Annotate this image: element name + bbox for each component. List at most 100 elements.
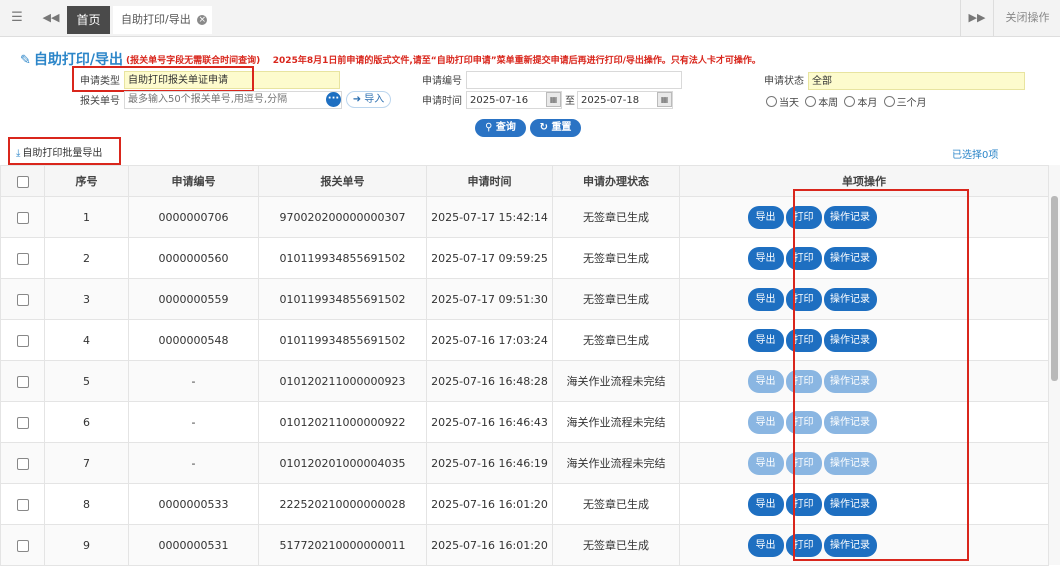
row-time: 2025-07-16 16:48:28 bbox=[426, 360, 553, 402]
calendar-icon[interactable]: ▦ bbox=[546, 92, 561, 107]
row-checkbox[interactable] bbox=[16, 539, 29, 552]
hamburger-icon[interactable]: ☰ bbox=[0, 0, 34, 36]
row-select-cell[interactable] bbox=[0, 524, 45, 566]
export-button[interactable]: 导出 bbox=[747, 246, 784, 270]
import-icon: ➜ bbox=[352, 94, 362, 105]
row-checkbox[interactable] bbox=[16, 252, 29, 265]
radio-label: 三个月 bbox=[896, 98, 927, 109]
row-select-cell[interactable] bbox=[0, 196, 45, 238]
edit-icon: ✎ bbox=[20, 53, 31, 68]
row-checkbox[interactable] bbox=[16, 375, 29, 388]
reset-icon: ↻ bbox=[539, 122, 548, 133]
row-status: 无签章已生成 bbox=[552, 483, 680, 525]
highlight-box-apply-type bbox=[72, 66, 254, 92]
row-no: 8 bbox=[44, 483, 129, 525]
query-label: 查询 bbox=[495, 122, 516, 133]
row-status: 无签章已生成 bbox=[552, 196, 680, 238]
select-all-checkbox[interactable] bbox=[16, 175, 29, 188]
tab-self-print[interactable]: 自助打印/导出 × bbox=[113, 6, 212, 34]
radio-label: 本月 bbox=[857, 98, 878, 109]
tab-home[interactable]: 首页 bbox=[67, 6, 110, 34]
row-select-cell[interactable] bbox=[0, 483, 45, 525]
status-select[interactable]: 全部 bbox=[808, 72, 1025, 90]
row-checkbox[interactable] bbox=[16, 457, 29, 470]
row-status: 无签章已生成 bbox=[552, 524, 680, 566]
row-decl-no: 970020200000000307 bbox=[258, 196, 427, 238]
export-button[interactable]: 导出 bbox=[747, 451, 784, 475]
row-select-cell[interactable] bbox=[0, 278, 45, 320]
export-button[interactable]: 导出 bbox=[747, 205, 784, 229]
row-apply-no: 0000000548 bbox=[128, 319, 259, 361]
row-select-cell[interactable] bbox=[0, 442, 45, 484]
row-no: 7 bbox=[44, 442, 129, 484]
export-button[interactable]: 导出 bbox=[747, 369, 784, 393]
export-button[interactable]: 导出 bbox=[747, 328, 784, 352]
radio-today[interactable]: 当天 bbox=[766, 96, 799, 109]
row-checkbox[interactable] bbox=[16, 498, 29, 511]
row-status: 海关作业流程未完结 bbox=[552, 360, 680, 402]
row-checkbox[interactable] bbox=[16, 416, 29, 429]
row-decl-no: 010119934855691502 bbox=[258, 237, 427, 279]
select-all-cell[interactable] bbox=[0, 165, 45, 197]
row-status: 无签章已生成 bbox=[552, 237, 680, 279]
column-header: 报关单号 bbox=[258, 165, 427, 197]
double-right-icon[interactable]: ▶▶ bbox=[960, 0, 993, 36]
row-time: 2025-07-17 09:59:25 bbox=[426, 237, 553, 279]
row-apply-no: - bbox=[128, 360, 259, 402]
reset-button[interactable]: ↻ 重置 bbox=[530, 119, 581, 137]
double-left-icon[interactable]: ◀◀ bbox=[36, 0, 66, 36]
radio-label: 当天 bbox=[779, 98, 799, 109]
row-select-cell[interactable] bbox=[0, 319, 45, 361]
notice-text: 2025年8月1日前申请的版式文件,请至“自助打印申请”菜单重新提交申请后再进行… bbox=[272, 56, 761, 66]
apply-no-label: 申请编号 bbox=[422, 76, 462, 87]
radio-three-months[interactable]: 三个月 bbox=[883, 96, 927, 109]
column-header: 序号 bbox=[44, 165, 129, 197]
row-time: 2025-07-17 09:51:30 bbox=[426, 278, 553, 320]
row-select-cell[interactable] bbox=[0, 360, 45, 402]
row-status: 海关作业流程未完结 bbox=[552, 442, 680, 484]
radio-circle-icon bbox=[844, 96, 856, 107]
row-apply-no: 0000000531 bbox=[128, 524, 259, 566]
calendar-icon[interactable]: ▦ bbox=[657, 92, 672, 107]
notice: (报关单号字段无需联合时间查询) 2025年8月1日前申请的版式文件,请至“自助… bbox=[126, 53, 761, 66]
row-apply-no: 0000000706 bbox=[128, 196, 259, 238]
row-select-cell[interactable] bbox=[0, 401, 45, 443]
row-checkbox[interactable] bbox=[16, 211, 29, 224]
export-button[interactable]: 导出 bbox=[747, 533, 784, 557]
row-decl-no: 222520210000000028 bbox=[258, 483, 427, 525]
reset-label: 重置 bbox=[551, 122, 572, 133]
export-button[interactable]: 导出 bbox=[747, 492, 784, 516]
row-no: 3 bbox=[44, 278, 129, 320]
row-decl-no: 517720210000000011 bbox=[258, 524, 427, 566]
row-apply-no: 0000000560 bbox=[128, 237, 259, 279]
import-button[interactable]: ➜ 导入 bbox=[346, 91, 391, 108]
row-no: 6 bbox=[44, 401, 129, 443]
export-button[interactable]: 导出 bbox=[747, 287, 784, 311]
radio-label: 本周 bbox=[818, 98, 839, 109]
decl-no-label: 报关单号 bbox=[80, 96, 120, 107]
close-circle-icon[interactable]: × bbox=[197, 15, 208, 25]
row-no: 2 bbox=[44, 237, 129, 279]
row-decl-no: 010120211000000922 bbox=[258, 401, 427, 443]
import-label: 导入 bbox=[364, 94, 385, 105]
more-icon[interactable]: ··· bbox=[326, 92, 341, 107]
radio-this-week[interactable]: 本周 bbox=[805, 96, 839, 109]
row-status: 无签章已生成 bbox=[552, 278, 680, 320]
row-select-cell[interactable] bbox=[0, 237, 45, 279]
row-checkbox[interactable] bbox=[16, 334, 29, 347]
decl-no-input[interactable] bbox=[124, 91, 342, 109]
close-operations-button[interactable]: 关闭操作 bbox=[993, 0, 1060, 36]
apply-no-input[interactable] bbox=[466, 71, 682, 89]
tab-self-print-label: 自助打印/导出 bbox=[121, 13, 191, 26]
query-button[interactable]: ⚲ 查询 bbox=[475, 119, 526, 137]
row-decl-no: 010119934855691502 bbox=[258, 278, 427, 320]
highlight-box-batch-export bbox=[8, 137, 121, 165]
radio-this-month[interactable]: 本月 bbox=[844, 96, 878, 109]
row-checkbox[interactable] bbox=[16, 293, 29, 306]
row-time: 2025-07-16 16:46:19 bbox=[426, 442, 553, 484]
row-status: 无签章已生成 bbox=[552, 319, 680, 361]
row-time: 2025-07-16 16:01:20 bbox=[426, 524, 553, 566]
export-button[interactable]: 导出 bbox=[747, 410, 784, 434]
row-time: 2025-07-16 17:03:24 bbox=[426, 319, 553, 361]
scrollbar-thumb[interactable] bbox=[1051, 196, 1058, 381]
